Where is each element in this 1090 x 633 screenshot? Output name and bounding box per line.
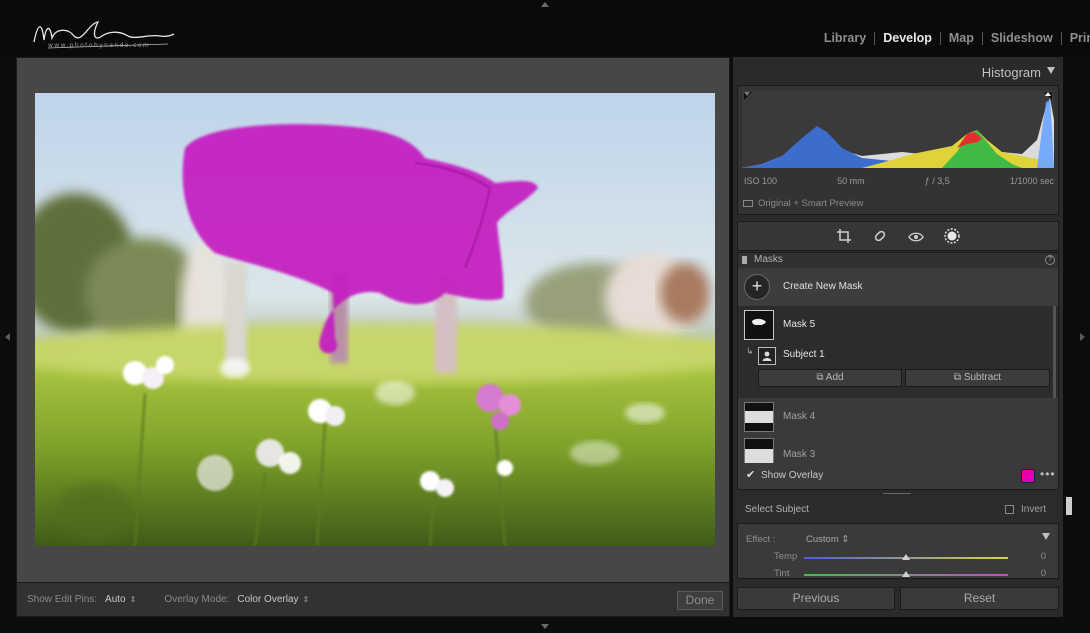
mask-name[interactable]: Mask 5 <box>783 319 815 330</box>
updown-caret-icon: ⇕ <box>841 534 850 545</box>
mask-thumbnail[interactable] <box>744 402 774 432</box>
effect-collapse-icon[interactable] <box>1042 533 1050 540</box>
shutter-value: 1/1000 sec <box>1009 176 1054 186</box>
masking-icon[interactable] <box>943 227 961 245</box>
component-title: Select Subject <box>745 504 809 515</box>
panel-scrollbar[interactable] <box>1066 497 1072 515</box>
tool-strip <box>737 221 1059 251</box>
previous-button[interactable]: Previous <box>737 587 895 610</box>
focal-length-value: 50 mm <box>837 176 865 186</box>
effect-panel: Effect : Custom ⇕ Temp 0 Tint 0 <box>737 523 1059 579</box>
effect-preset-value: Custom <box>806 534 839 545</box>
edit-pins-value: Auto <box>105 594 126 605</box>
add-button[interactable]: ⧉ Add <box>758 369 902 387</box>
histogram-title: Histogram <box>981 65 1041 80</box>
add-button-label: Add <box>825 372 844 383</box>
effect-preset-select[interactable]: Custom ⇕ <box>806 534 849 545</box>
left-panel-toggle-icon[interactable] <box>5 333 10 341</box>
tint-label: Tint <box>774 568 790 579</box>
reset-button[interactable]: Reset <box>900 587 1059 610</box>
component-name[interactable]: Subject 1 <box>783 349 825 360</box>
mask-name[interactable]: Mask 4 <box>783 411 815 422</box>
module-picker: Library Develop Map Slideshow Prin <box>816 31 1090 45</box>
show-overlay-row: ✔ Show Overlay ••• <box>738 463 1058 489</box>
healing-icon[interactable] <box>871 227 889 245</box>
edit-pins-label: Show Edit Pins: <box>27 594 98 605</box>
develop-toolbar: Show Edit Pins: Auto ⇕ Overlay Mode: Colo… <box>17 582 729 616</box>
invert-label[interactable]: Invert <box>1021 504 1046 515</box>
masks-panel: Masks ? + Create New Mask Mask 5 ↳ Subje… <box>737 252 1059 490</box>
updown-caret-icon: ⇕ <box>129 595 137 604</box>
panel-resize-grip[interactable] <box>883 493 911 494</box>
done-button[interactable]: Done <box>677 591 723 610</box>
iso-value: ISO 100 <box>744 176 778 186</box>
subject-component-icon[interactable] <box>758 347 776 365</box>
subtract-button[interactable]: ⧉ Subtract <box>905 369 1050 387</box>
module-develop[interactable]: Develop <box>875 31 940 45</box>
tint-slider-knob[interactable] <box>902 571 910 577</box>
overlay-mode-label: Overlay Mode: <box>164 594 230 605</box>
mask-list-scrollbar[interactable] <box>1053 306 1056 398</box>
bottom-panel-toggle-icon[interactable] <box>541 624 549 629</box>
create-new-mask-row[interactable]: + Create New Mask <box>738 271 1058 305</box>
top-panel-toggle-icon[interactable] <box>541 2 549 7</box>
bottom-buttons: Previous Reset <box>737 587 1059 611</box>
temp-slider-knob[interactable] <box>902 554 910 560</box>
module-print[interactable]: Prin <box>1062 31 1090 45</box>
overlay-mode-value: Color Overlay <box>237 594 299 605</box>
module-slideshow[interactable]: Slideshow <box>983 31 1061 45</box>
more-options-icon[interactable]: ••• <box>1040 467 1056 481</box>
top-bar: www.photobynando.com Library Develop Map… <box>0 0 1090 56</box>
component-header: Select Subject Invert <box>737 497 1059 523</box>
right-panel: Histogram ISO 100 50 mm ƒ / 3,5 1/1000 s… <box>733 57 1063 617</box>
smart-preview-icon <box>743 200 753 207</box>
module-map[interactable]: Map <box>941 31 982 45</box>
aperture-value: ƒ / 3,5 <box>924 176 950 186</box>
image-work-area: Show Edit Pins: Auto ⇕ Overlay Mode: Colo… <box>16 57 730 617</box>
mask-5-group[interactable]: Mask 5 ↳ Subject 1 ⧉ Add ⧉ Subtract <box>738 306 1058 398</box>
preview-status: Original + Smart Preview <box>758 198 864 209</box>
overlay-color-swatch[interactable] <box>1021 469 1035 483</box>
subtract-button-label: Subtract <box>963 372 1002 383</box>
masks-header: Masks ? <box>738 253 1058 268</box>
exif-info: ISO 100 50 mm ƒ / 3,5 1/1000 sec <box>744 176 1054 186</box>
mask-name[interactable]: Mask 3 <box>783 449 815 460</box>
show-overlay-label[interactable]: Show Overlay <box>761 470 823 481</box>
help-icon[interactable]: ? <box>1045 255 1055 265</box>
masks-title: Masks <box>754 254 783 265</box>
overlay-mode-select[interactable]: Color Overlay ⇕ <box>237 594 309 605</box>
edit-pins-select[interactable]: Auto ⇕ <box>105 594 136 605</box>
subtract-mask-icon: ⧉ <box>953 372 964 383</box>
create-new-mask-label: Create New Mask <box>783 281 863 292</box>
photo-preview[interactable] <box>35 93 715 546</box>
mask-thumbnail[interactable] <box>744 310 774 340</box>
module-library[interactable]: Library <box>816 31 874 45</box>
updown-caret-icon: ⇕ <box>302 595 310 604</box>
panel-square-icon <box>742 256 747 264</box>
right-panel-toggle-icon[interactable] <box>1080 333 1085 341</box>
red-eye-icon[interactable] <box>907 227 925 245</box>
invert-checkbox[interactable] <box>1005 505 1014 514</box>
histogram-header[interactable]: Histogram <box>733 57 1063 85</box>
effect-label: Effect : <box>746 534 776 545</box>
logo-website: www.photobynando.com <box>48 42 151 49</box>
component-link-icon: ↳ <box>746 346 754 356</box>
add-mask-icon: ⧉ <box>816 372 826 383</box>
create-new-mask-button[interactable]: + <box>744 274 770 300</box>
crop-icon[interactable] <box>835 227 853 245</box>
show-overlay-checkbox[interactable]: ✔ <box>746 468 755 481</box>
collapse-triangle-icon[interactable] <box>1047 67 1055 74</box>
tint-value[interactable]: 0 <box>1041 568 1046 578</box>
temp-label: Temp <box>774 551 798 562</box>
temp-value[interactable]: 0 <box>1041 551 1046 562</box>
histogram-graph[interactable] <box>742 90 1054 168</box>
histogram-box: ISO 100 50 mm ƒ / 3,5 1/1000 sec Origina… <box>737 85 1059 215</box>
